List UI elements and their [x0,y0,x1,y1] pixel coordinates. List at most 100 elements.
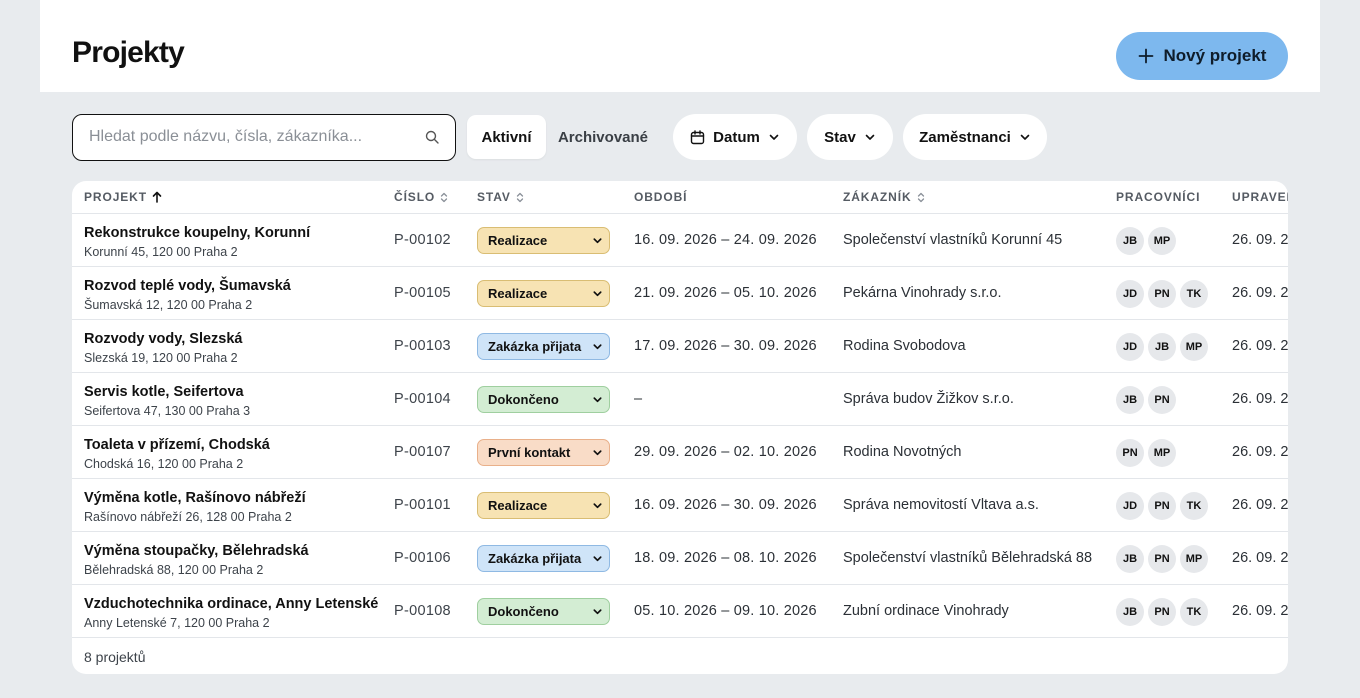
status-select[interactable]: Realizace [477,492,610,519]
chevron-down-icon [593,397,602,403]
filter-employees[interactable]: Zaměstnanci [903,114,1047,160]
table-row[interactable]: Vzduchotechnika ordinace, Anny Letenské A… [72,585,1288,638]
column-number[interactable]: ČÍSLO [394,190,448,204]
project-number: P-00106 [394,550,451,566]
project-address: Seifertova 47, 130 00 Praha 3 [84,404,251,418]
project-name[interactable]: Toaleta v přízemí, Chodská [84,437,270,453]
avatar[interactable]: MP [1180,333,1208,361]
project-address: Korunní 45, 120 00 Praha 2 [84,245,238,259]
column-customer[interactable]: ZÁKAZNÍK [843,190,925,204]
avatar[interactable]: PN [1116,439,1144,467]
avatar[interactable]: JB [1116,598,1144,626]
avatar[interactable]: JB [1148,333,1176,361]
project-updated: 26. 09. 2026 [1232,497,1288,513]
project-name[interactable]: Rozvody vody, Slezská [84,331,242,347]
search-box[interactable] [72,114,456,161]
column-project-label: PROJEKT [84,190,147,204]
avatar[interactable]: JB [1116,386,1144,414]
column-updated-label: UPRAVENO [1232,190,1288,204]
column-status[interactable]: STAV [477,190,524,204]
status-label: První kontakt [488,445,571,460]
project-name[interactable]: Rozvod teplé vody, Šumavská [84,278,291,294]
table-row[interactable]: Rozvody vody, Slezská Slezská 19, 120 00 … [72,320,1288,373]
avatar[interactable]: MP [1180,545,1208,573]
project-period: 16. 09. 2026 – 30. 09. 2026 [634,497,817,513]
project-number: P-00104 [394,391,451,407]
table-row[interactable]: Výměna kotle, Rašínovo nábřeží Rašínovo n… [72,479,1288,532]
table-row[interactable]: Toaleta v přízemí, Chodská Chodská 16, 12… [72,426,1288,479]
project-name[interactable]: Vzduchotechnika ordinace, Anny Letenské [84,596,378,612]
project-number: P-00102 [394,232,451,248]
avatar[interactable]: PN [1148,545,1176,573]
avatar[interactable]: JD [1116,333,1144,361]
tab-archived[interactable]: Archivované [550,115,656,159]
workers-list: JB MP [1116,227,1176,255]
project-address: Rašínovo nábřeží 26, 128 00 Praha 2 [84,510,292,524]
project-name[interactable]: Rekonstrukce koupelny, Korunní [84,225,310,241]
project-updated: 26. 09. 2026 [1232,338,1288,354]
column-workers: PRACOVNÍCI [1116,190,1200,204]
project-name[interactable]: Servis kotle, Seifertova [84,384,244,400]
project-name[interactable]: Výměna kotle, Rašínovo nábřeží [84,490,306,506]
avatar[interactable]: PN [1148,386,1176,414]
status-label: Zakázka přijata [488,551,582,566]
sort-icon [516,192,523,202]
project-customer: Společenství vlastníků Bělehradská 88 [843,550,1093,566]
column-updated[interactable]: UPRAVENO [1232,190,1288,204]
avatar[interactable]: JB [1116,545,1144,573]
project-period: 18. 09. 2026 – 08. 10. 2026 [634,550,817,566]
status-label: Dokončeno [488,604,559,619]
workers-list: JB PN MP [1116,545,1208,573]
new-project-button[interactable]: Nový projekt [1116,32,1288,80]
avatar[interactable]: PN [1148,280,1176,308]
chevron-down-icon [593,609,602,615]
table-row[interactable]: Servis kotle, Seifertova Seifertova 47, 1… [72,373,1288,426]
avatar[interactable]: MP [1148,439,1176,467]
avatar[interactable]: TK [1180,492,1208,520]
status-label: Realizace [488,286,548,301]
project-period: 16. 09. 2026 – 24. 09. 2026 [634,232,817,248]
sort-icon [441,192,448,202]
project-customer: Zubní ordinace Vinohrady [843,603,1009,619]
status-select[interactable]: Realizace [477,280,610,307]
filter-date[interactable]: Datum [673,114,797,160]
table-row[interactable]: Rekonstrukce koupelny, Korunní Korunní 45… [72,214,1288,267]
project-customer: Společenství vlastníků Korunní 45 [843,232,1063,248]
project-number: P-00105 [394,285,451,301]
workers-list: JD PN TK [1116,280,1208,308]
avatar[interactable]: JB [1116,227,1144,255]
search-icon[interactable] [425,130,439,144]
avatar[interactable]: MP [1148,227,1176,255]
table-row[interactable]: Rozvod teplé vody, Šumavská Šumavská 12, … [72,267,1288,320]
project-address: Anny Letenské 7, 120 00 Praha 2 [84,616,270,630]
search-input[interactable] [89,115,419,159]
status-select[interactable]: Realizace [477,227,610,254]
table-header: PROJEKT ČÍSLO STAV OBDOBÍ ZÁKAZNÍK PRACO… [72,181,1288,214]
avatar[interactable]: TK [1180,280,1208,308]
avatar[interactable]: PN [1148,598,1176,626]
project-number: P-00103 [394,338,451,354]
project-customer: Pekárna Vinohrady s.r.o. [843,285,1002,301]
status-select[interactable]: Dokončeno [477,386,610,413]
filter-status[interactable]: Stav [807,114,893,160]
project-number: P-00101 [394,497,451,513]
workers-list: JD PN TK [1116,492,1208,520]
chevron-down-icon [865,134,875,140]
status-select[interactable]: První kontakt [477,439,610,466]
column-number-label: ČÍSLO [394,190,436,204]
avatar[interactable]: JD [1116,492,1144,520]
status-label: Zakázka přijata [488,339,582,354]
status-select[interactable]: Zakázka přijata [477,333,610,360]
project-name[interactable]: Výměna stoupačky, Bělehradská [84,543,309,559]
avatar[interactable]: JD [1116,280,1144,308]
chevron-down-icon [593,556,602,562]
avatar[interactable]: PN [1148,492,1176,520]
avatar[interactable]: TK [1180,598,1208,626]
status-select[interactable]: Dokončeno [477,598,610,625]
project-updated: 26. 09. 2026 [1232,232,1288,248]
status-select[interactable]: Zakázka přijata [477,545,610,572]
tab-active[interactable]: Aktivní [467,115,546,159]
table-row[interactable]: Výměna stoupačky, Bělehradská Bělehradská… [72,532,1288,585]
new-project-label: Nový projekt [1163,46,1267,65]
column-project[interactable]: PROJEKT [84,190,162,204]
